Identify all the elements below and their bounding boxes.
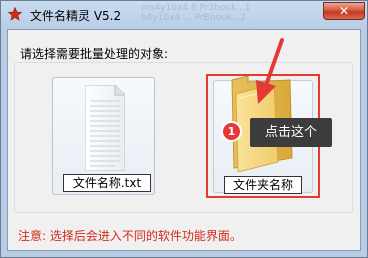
background-ghost-text: ms4y10x4 8 Pr3bouk...1 b4y10x4 ... PrBbo… xyxy=(141,3,251,23)
close-button[interactable]: ✕ xyxy=(323,2,365,20)
note-text: 注意: 选择后会进入不同的软件功能界面。 xyxy=(18,229,242,243)
close-icon: ✕ xyxy=(338,4,350,18)
window-title: 文件名精灵 V5.2 xyxy=(30,9,122,23)
text-file-option-label[interactable]: 文件名称.txt xyxy=(63,174,151,192)
selection-prompt: 请选择需要批量处理的对象: xyxy=(20,47,169,61)
title-bar[interactable]: 文件名精灵 V5.2 ms4y10x4 8 Pr3bouk...1 b4y10x… xyxy=(1,1,367,29)
tooltip-text: 点击这个 xyxy=(264,125,317,140)
red-star-icon xyxy=(8,7,22,21)
folder-option-label[interactable]: 文件夹名称 xyxy=(224,176,302,194)
tooltip-callout: 点击这个 xyxy=(250,118,332,147)
step-badge: 1 xyxy=(221,121,242,142)
text-document-icon xyxy=(85,85,125,171)
